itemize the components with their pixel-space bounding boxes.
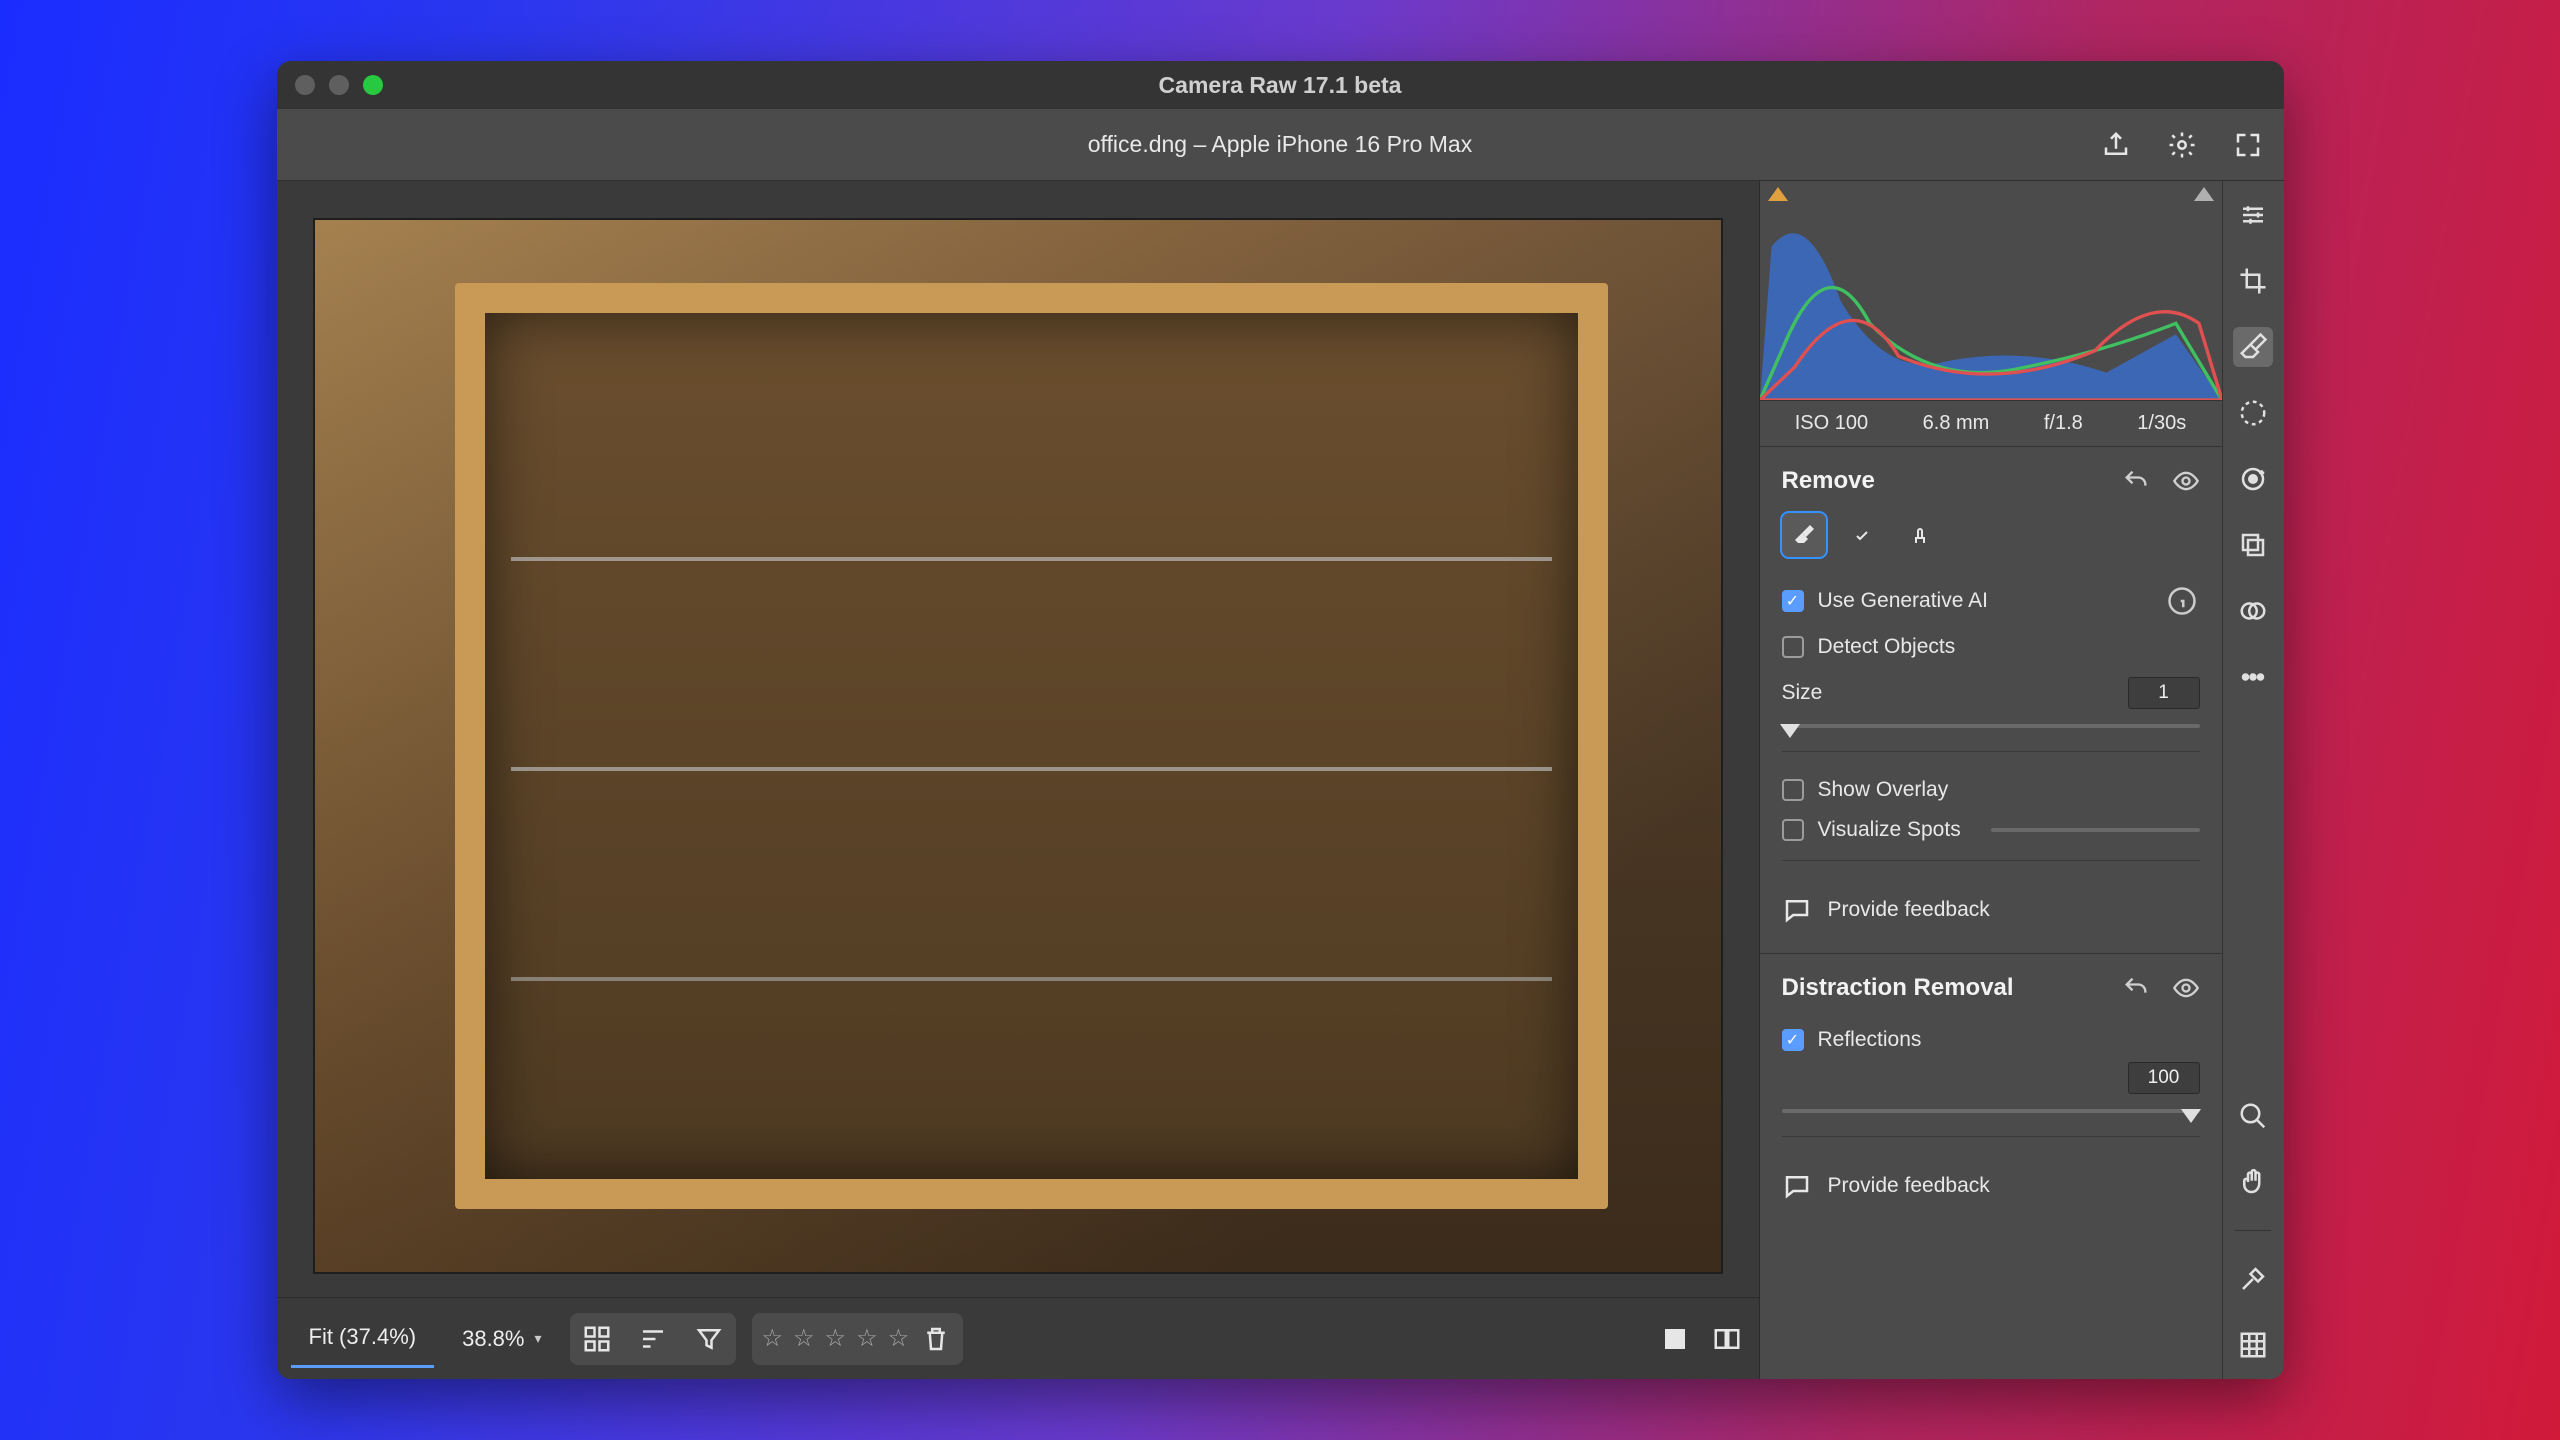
exif-iso: ISO 100 (1795, 412, 1868, 435)
distraction-feedback-button[interactable]: Provide feedback (1782, 1155, 2200, 1217)
sampler-icon[interactable] (2233, 1259, 2273, 1299)
remove-title: Remove (1782, 467, 1875, 495)
visibility-icon[interactable] (2172, 974, 2200, 1002)
distraction-feedback-label: Provide feedback (1828, 1174, 1990, 1198)
healing-eraser-icon[interactable] (2233, 327, 2273, 367)
use-ai-checkbox[interactable]: ✓ (1782, 590, 1804, 612)
exif-shutter: 1/30s (2137, 412, 2186, 435)
zoom-fit-button[interactable]: Fit (37.4%) (291, 1310, 435, 1368)
zoom-tool-icon[interactable] (2233, 1096, 2273, 1136)
app-window: Camera Raw 17.1 beta office.dng – Apple … (277, 61, 2284, 1379)
reflections-slider[interactable] (1782, 1100, 2200, 1122)
visualize-slider[interactable] (1991, 819, 2200, 841)
right-column: ISO 100 6.8 mm f/1.8 1/30s Remove (1759, 181, 2284, 1379)
undo-icon[interactable] (2122, 974, 2150, 1002)
settings-gear-icon[interactable] (2164, 127, 2200, 163)
detect-row[interactable]: Detect Objects (1782, 627, 2200, 667)
overlay-checkbox[interactable] (1782, 779, 1804, 801)
chevron-down-icon: ▾ (534, 1330, 541, 1347)
visibility-icon[interactable] (2172, 467, 2200, 495)
edit-panel: ISO 100 6.8 mm f/1.8 1/30s Remove (1760, 181, 2222, 1379)
redeye-icon[interactable] (2233, 459, 2273, 499)
image-canvas[interactable] (277, 181, 1759, 1297)
sort-icon[interactable] (636, 1322, 670, 1356)
use-ai-label: Use Generative AI (1818, 589, 1988, 613)
snapshots-icon[interactable] (2233, 525, 2273, 565)
visualize-checkbox[interactable] (1782, 819, 1804, 841)
distraction-header: Distraction Removal (1782, 974, 2200, 1002)
distraction-section: Distraction Removal ✓ Reflections 100 (1760, 953, 2222, 1229)
trash-icon[interactable] (919, 1322, 953, 1356)
detect-checkbox[interactable] (1782, 636, 1804, 658)
reflections-value-row: 100 (1782, 1060, 2200, 1096)
zoom-value: 38.8% (462, 1326, 524, 1352)
reflections-label: Reflections (1818, 1028, 1922, 1052)
hand-tool-icon[interactable] (2233, 1162, 2273, 1202)
minimize-window-button[interactable] (329, 75, 349, 95)
fullscreen-icon[interactable] (2230, 127, 2266, 163)
shadow-clip-icon[interactable] (1768, 187, 1788, 201)
main-row: Fit (37.4%) 38.8% ▾ ☆ ☆ ☆ ☆ ☆ (277, 181, 2284, 1379)
star-5[interactable]: ☆ (888, 1324, 910, 1353)
titlebar: Camera Raw 17.1 beta (277, 61, 2284, 109)
reflections-value[interactable]: 100 (2128, 1062, 2200, 1094)
remove-mode-buttons (1782, 513, 2200, 557)
share-icon[interactable] (2098, 127, 2134, 163)
undo-icon[interactable] (2122, 467, 2150, 495)
grid-view-icon[interactable] (580, 1322, 614, 1356)
remove-feedback-label: Provide feedback (1828, 898, 1990, 922)
zoom-dropdown[interactable]: 38.8% ▾ (450, 1315, 553, 1363)
highlight-clip-icon[interactable] (2194, 187, 2214, 201)
maximize-window-button[interactable] (363, 75, 383, 95)
mask-icon[interactable] (2233, 393, 2273, 433)
close-window-button[interactable] (295, 75, 315, 95)
reflections-row[interactable]: ✓ Reflections (1782, 1020, 2200, 1060)
overlay-label: Show Overlay (1818, 778, 1949, 802)
single-view-icon[interactable] (1657, 1321, 1693, 1357)
size-value[interactable]: 1 (2128, 677, 2200, 709)
subheader: office.dng – Apple iPhone 16 Pro Max (277, 109, 2284, 181)
presets-icon[interactable] (2233, 591, 2273, 631)
photo-preview (313, 218, 1723, 1274)
more-icon[interactable] (2233, 657, 2273, 697)
star-2[interactable]: ☆ (793, 1324, 815, 1353)
compare-view-icon[interactable] (1709, 1321, 1745, 1357)
remove-section: Remove ✓ Use Generative AI (1760, 447, 2222, 953)
visualize-label: Visualize Spots (1818, 818, 1961, 842)
star-4[interactable]: ☆ (856, 1324, 878, 1353)
exif-focal: 6.8 mm (1923, 412, 1990, 435)
detect-label: Detect Objects (1818, 635, 1956, 659)
exif-row: ISO 100 6.8 mm f/1.8 1/30s (1760, 401, 2222, 447)
info-icon[interactable] (2164, 583, 2200, 619)
remove-feedback-button[interactable]: Provide feedback (1782, 879, 2200, 941)
histogram[interactable] (1760, 181, 2222, 401)
view-tool-group (570, 1313, 736, 1365)
size-row: Size 1 (1782, 667, 2200, 711)
rating-group: ☆ ☆ ☆ ☆ ☆ (752, 1313, 964, 1365)
file-label: office.dng – Apple iPhone 16 Pro Max (277, 131, 2284, 158)
edit-sliders-icon[interactable] (2233, 195, 2273, 235)
canvas-column: Fit (37.4%) 38.8% ▾ ☆ ☆ ☆ ☆ ☆ (277, 181, 1759, 1379)
size-slider[interactable] (1782, 715, 2200, 737)
window-controls (295, 75, 383, 95)
vertical-toolbar (2222, 181, 2284, 1379)
remove-header: Remove (1782, 467, 2200, 495)
filter-icon[interactable] (692, 1322, 726, 1356)
star-3[interactable]: ☆ (825, 1324, 847, 1353)
distraction-title: Distraction Removal (1782, 974, 2014, 1002)
window-title: Camera Raw 17.1 beta (277, 72, 2284, 99)
remove-mode-eraser[interactable] (1782, 513, 1826, 557)
bottom-toolbar: Fit (37.4%) 38.8% ▾ ☆ ☆ ☆ ☆ ☆ (277, 1297, 1759, 1379)
remove-mode-heal[interactable] (1840, 513, 1884, 557)
reflections-checkbox[interactable]: ✓ (1782, 1029, 1804, 1051)
exif-aperture: f/1.8 (2044, 412, 2083, 435)
grid-icon[interactable] (2233, 1325, 2273, 1365)
crop-icon[interactable] (2233, 261, 2273, 301)
overlay-row[interactable]: Show Overlay (1782, 770, 2200, 810)
visualize-row[interactable]: Visualize Spots (1782, 810, 2200, 850)
star-1[interactable]: ☆ (762, 1324, 784, 1353)
size-label: Size (1782, 681, 1823, 705)
use-ai-row[interactable]: ✓ Use Generative AI (1782, 575, 2200, 627)
remove-mode-clone[interactable] (1898, 513, 1942, 557)
